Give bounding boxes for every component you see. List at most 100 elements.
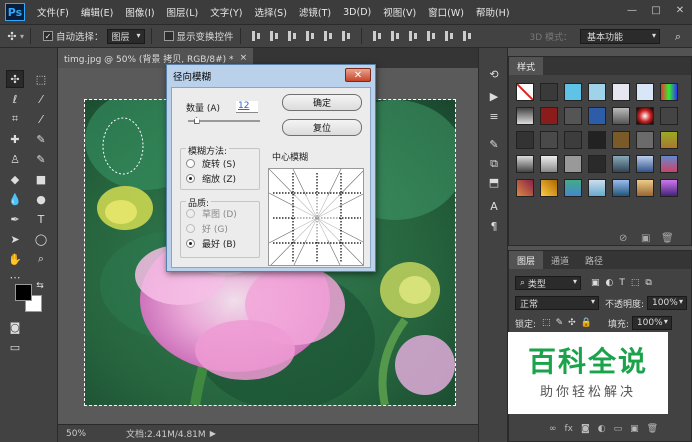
method-spin-radio[interactable] [186, 159, 195, 168]
style-swatch[interactable] [588, 179, 606, 197]
tab-styles[interactable]: 样式 [509, 57, 544, 75]
style-swatch[interactable] [564, 155, 582, 173]
distribute-hcenter-icon[interactable] [443, 30, 455, 42]
tool-presets-icon[interactable]: ⬒ [486, 174, 502, 190]
character-icon[interactable]: A [486, 198, 502, 214]
style-swatch[interactable] [588, 83, 606, 101]
style-swatch[interactable] [564, 179, 582, 197]
menu-layer[interactable]: 图层(L) [161, 5, 205, 19]
lock-paint-icon[interactable]: ✎ [556, 318, 564, 328]
workspace-dropdown[interactable]: 基本功能 [580, 29, 660, 44]
style-swatch[interactable] [612, 107, 630, 125]
magic-wand-icon[interactable]: ⁄ [32, 90, 50, 108]
paragraph-icon[interactable]: ¶ [486, 218, 502, 234]
align-top-icon[interactable] [250, 30, 262, 42]
style-swatch[interactable] [660, 179, 678, 197]
method-zoom-radio[interactable] [186, 174, 195, 183]
distribute-bottom-icon[interactable] [407, 30, 419, 42]
brush-tool-icon[interactable]: ✎ [32, 130, 50, 148]
tab-paths[interactable]: 路径 [577, 251, 611, 269]
lock-pixels-icon[interactable]: ⬚ [542, 318, 551, 328]
menu-window[interactable]: 窗口(W) [422, 5, 470, 19]
tab-channels[interactable]: 通道 [543, 251, 577, 269]
style-swatch[interactable] [612, 179, 630, 197]
path-select-icon[interactable]: ➤ [6, 230, 24, 248]
style-swatch[interactable] [540, 83, 558, 101]
filter-pixel-icon[interactable]: ▣ [591, 278, 600, 288]
filter-shape-icon[interactable]: ⬚ [631, 278, 640, 288]
style-swatch[interactable] [540, 107, 558, 125]
method-spin-label[interactable]: 旋转 (S) [202, 157, 236, 170]
style-swatch[interactable] [516, 107, 534, 125]
delete-style-icon[interactable]: 🗑 [661, 233, 674, 244]
marquee-tool-icon[interactable]: ⬚ [32, 70, 50, 88]
style-swatch[interactable] [636, 179, 654, 197]
maximize-button[interactable]: □ [644, 0, 668, 20]
new-style-icon[interactable]: ▣ [641, 233, 650, 244]
zoom-level[interactable]: 50% [66, 429, 106, 439]
dialog-close-button[interactable]: ✕ [345, 68, 371, 82]
link-layers-icon[interactable]: ∞ [549, 424, 557, 434]
distribute-vcenter-icon[interactable] [389, 30, 401, 42]
eraser-tool-icon[interactable]: ◆ [6, 170, 24, 188]
auto-select-dropdown[interactable]: 图层 [106, 28, 145, 44]
gradient-tool-icon[interactable]: ■ [32, 170, 50, 188]
distribute-top-icon[interactable] [371, 30, 383, 42]
menu-select[interactable]: 选择(S) [248, 5, 292, 19]
style-swatch[interactable] [540, 155, 558, 173]
quality-draft-label[interactable]: 草图 (D) [202, 207, 237, 220]
close-tab-icon[interactable]: × [240, 53, 248, 63]
style-swatch[interactable] [612, 83, 630, 101]
style-swatch[interactable] [636, 131, 654, 149]
tab-layers[interactable]: 图层 [509, 251, 544, 269]
hand-tool-icon[interactable]: ✋ [6, 250, 24, 268]
style-swatch[interactable] [588, 131, 606, 149]
menu-edit[interactable]: 编辑(E) [75, 5, 119, 19]
filter-smart-icon[interactable]: ⧉ [645, 278, 651, 288]
style-swatch[interactable] [660, 131, 678, 149]
chevron-right-icon[interactable]: ▶ [210, 429, 216, 438]
foreground-color-swatch[interactable] [15, 284, 32, 301]
dodge-tool-icon[interactable]: ● [32, 190, 50, 208]
type-tool-icon[interactable]: T [32, 210, 50, 228]
style-swatch[interactable] [660, 83, 678, 101]
reset-button[interactable]: 复位 [282, 119, 362, 136]
filter-adjust-icon[interactable]: ◐ [606, 278, 614, 288]
align-bottom-icon[interactable] [286, 30, 298, 42]
style-swatch[interactable] [636, 155, 654, 173]
healing-brush-icon[interactable]: ✚ [6, 130, 24, 148]
history-icon[interactable]: ⟲ [486, 66, 502, 82]
menu-image[interactable]: 图像(I) [119, 5, 160, 19]
blur-tool-icon[interactable]: 💧 [6, 190, 24, 208]
style-swatch[interactable] [540, 131, 558, 149]
quality-best-label[interactable]: 最好 (B) [202, 237, 236, 250]
brush-settings-icon[interactable]: ✎ [486, 136, 502, 152]
menu-view[interactable]: 视图(V) [377, 5, 422, 19]
eyedropper-icon[interactable]: ⁄ [32, 110, 50, 128]
amount-slider-thumb[interactable] [193, 117, 200, 124]
quality-draft-radio[interactable] [186, 209, 195, 218]
fill-field[interactable]: 100% [631, 316, 672, 330]
layer-mask-icon[interactable]: ◙ [581, 424, 590, 434]
clear-style-icon[interactable]: ⊘ [619, 233, 627, 244]
layer-kind-filter[interactable]: ⌕ 类型 [515, 276, 581, 290]
ellipse-tool-icon[interactable]: ◯ [32, 230, 50, 248]
move-tool-icon[interactable]: ✣ [6, 70, 24, 88]
clone-source-icon[interactable]: ⧉ [486, 156, 502, 172]
style-swatch[interactable] [564, 131, 582, 149]
screen-mode-icon[interactable]: ▭ [6, 338, 24, 356]
opacity-field[interactable]: 100% [647, 296, 688, 310]
distribute-right-icon[interactable] [461, 30, 473, 42]
align-hcenter-icon[interactable] [322, 30, 334, 42]
new-group-icon[interactable]: ▭ [614, 424, 623, 434]
style-swatch[interactable] [540, 179, 558, 197]
align-vcenter-icon[interactable] [268, 30, 280, 42]
menu-help[interactable]: 帮助(H) [470, 5, 516, 19]
lasso-tool-icon[interactable]: ℓ [6, 90, 24, 108]
quality-good-radio[interactable] [186, 224, 195, 233]
style-swatch[interactable] [588, 107, 606, 125]
style-swatch[interactable] [516, 155, 534, 173]
blur-center-preview[interactable] [268, 168, 364, 266]
quick-mask-icon[interactable]: ◙ [6, 318, 24, 336]
style-swatch[interactable] [564, 107, 582, 125]
